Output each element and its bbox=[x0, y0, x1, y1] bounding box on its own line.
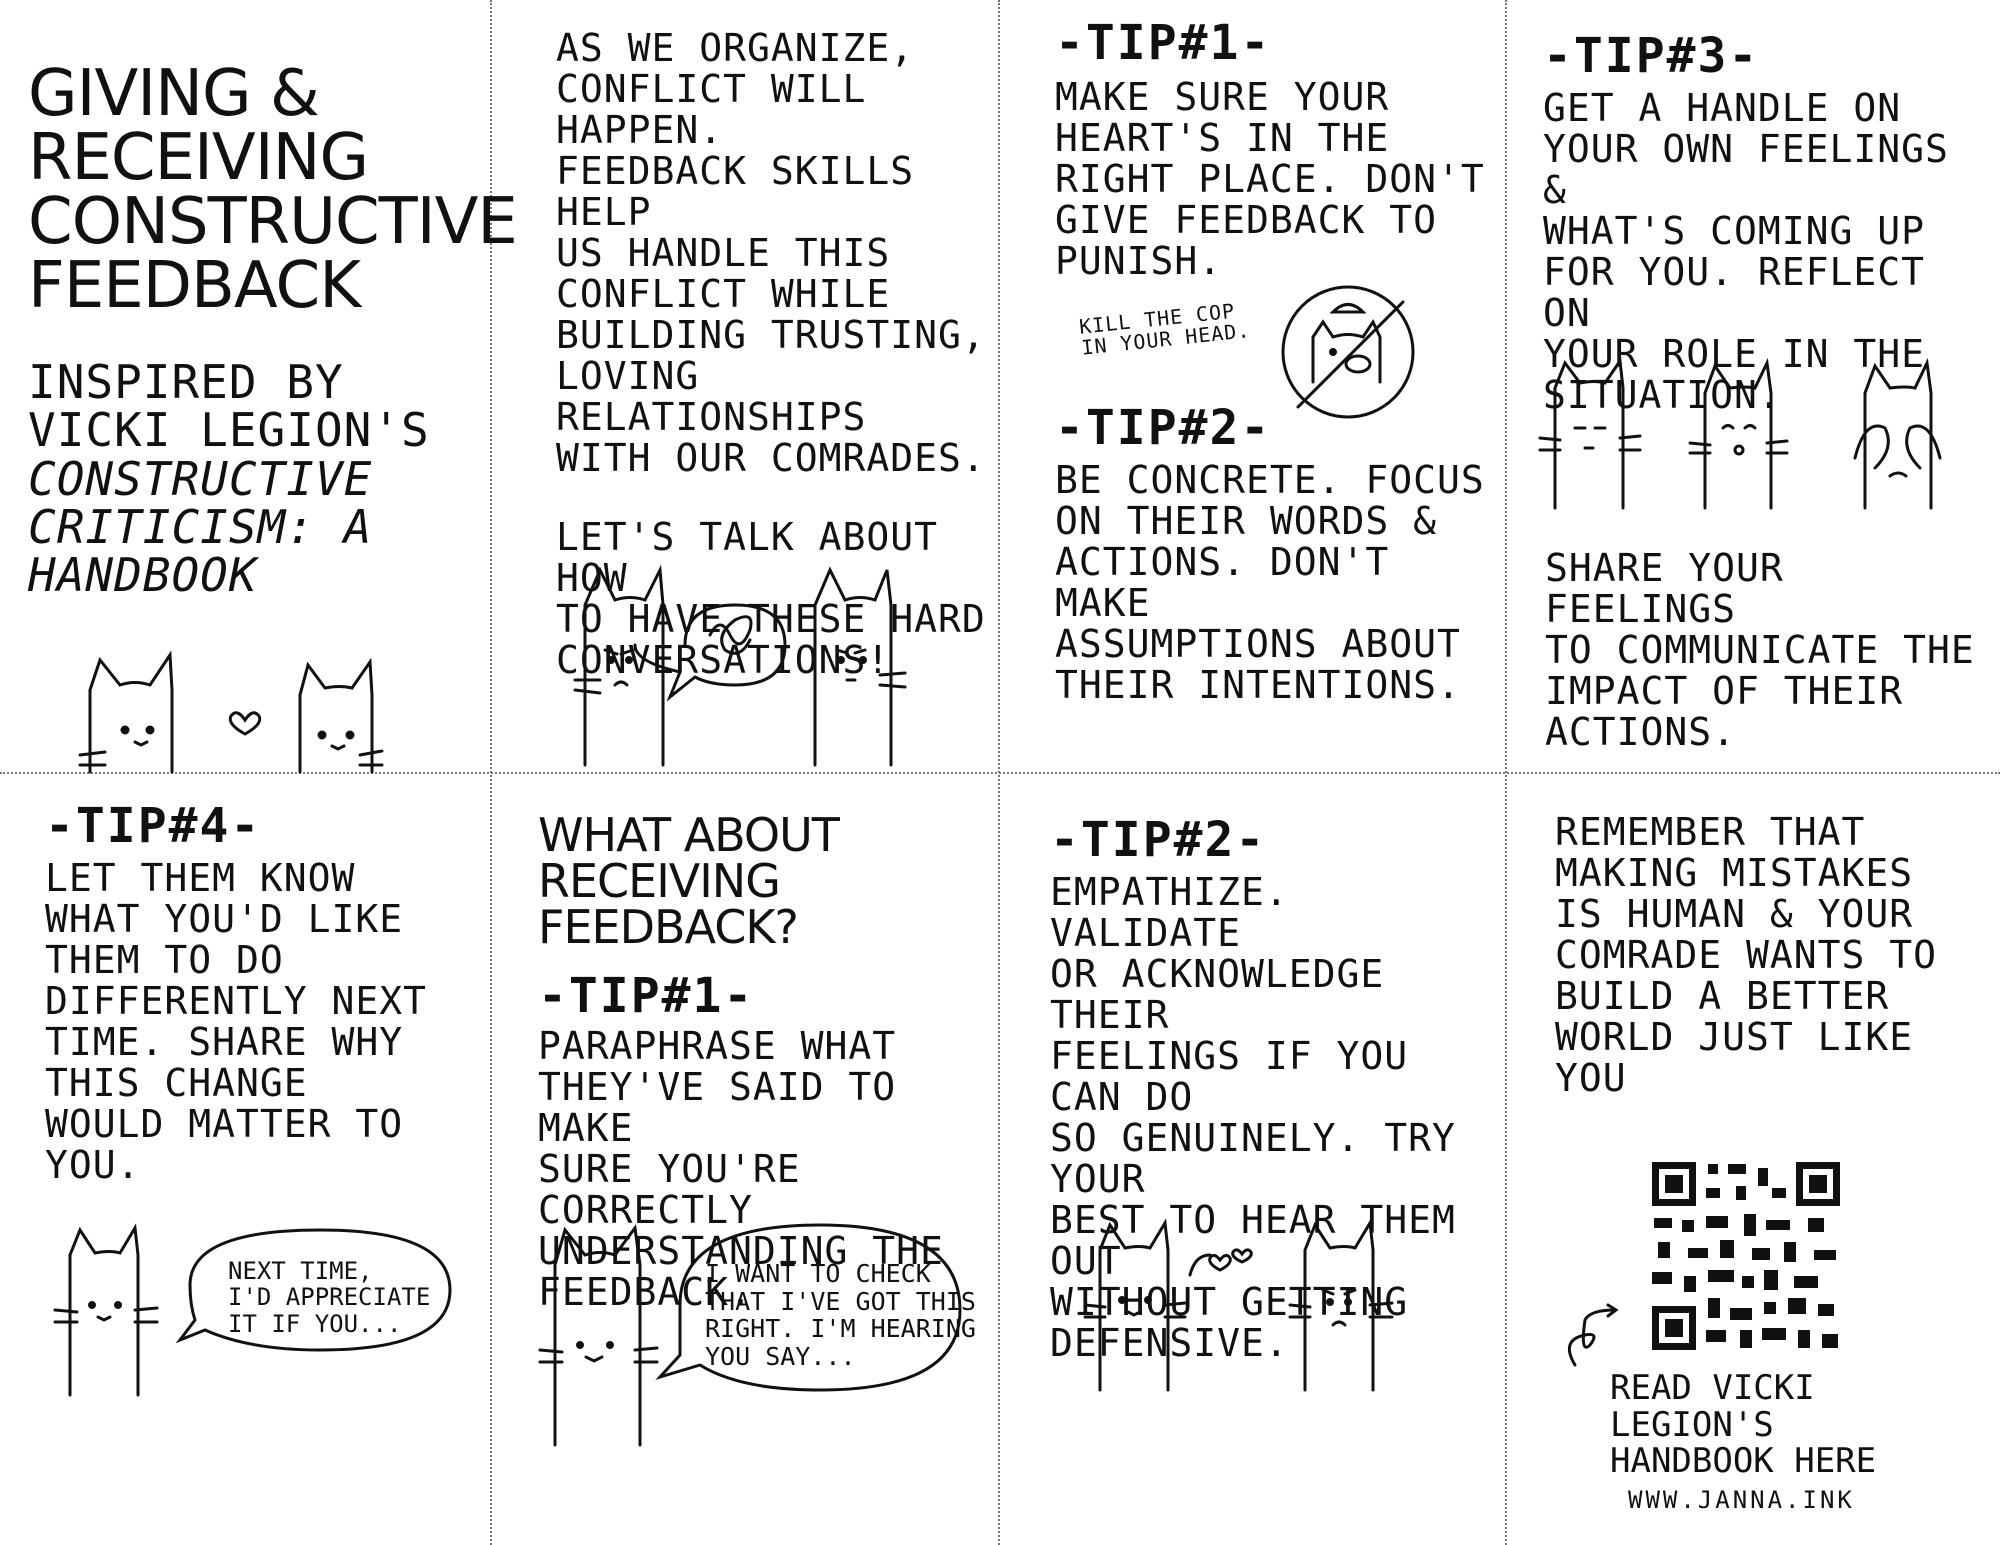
arrow-icon bbox=[1567, 1303, 1619, 1367]
panel-handbook-link: READ VICKI LEGION'S HANDBOOK HERE bbox=[1610, 1370, 1990, 1480]
cat-icon bbox=[1083, 1218, 1394, 1392]
cat-icon bbox=[78, 650, 384, 774]
panel-tip-3: -TIP#3- GET A HANDLE ON YOUR OWN FEELING… bbox=[1543, 28, 1988, 416]
tip4-text: LET THEM KNOW WHAT YOU'D LIKE THEM TO DO… bbox=[45, 856, 428, 1188]
speech-bubble-text: I WANT TO CHECK THAT I'VE GOT THIS RIGHT… bbox=[705, 1259, 976, 1371]
cat-icon bbox=[1538, 356, 1942, 510]
tip4-heading: -TIP#4- bbox=[45, 798, 262, 854]
speech-bubble-icon bbox=[633, 603, 787, 702]
site-url-text[interactable]: WWW.JANNA.INK bbox=[1628, 1487, 1948, 1514]
heart-icon bbox=[228, 711, 262, 736]
read-handbook-text: READ VICKI LEGION'S HANDBOOK HERE bbox=[1610, 1368, 1877, 1482]
tip2-text: BE CONCRETE. FOCUS ON THEIR WORDS & ACTI… bbox=[1055, 458, 1485, 708]
tip1-text: MAKE SURE YOUR HEART'S IN THE RIGHT PLAC… bbox=[1055, 75, 1485, 284]
tip1-heading: -TIP#1- bbox=[1055, 15, 1272, 71]
tip2-heading: -TIP#2- bbox=[1055, 400, 1272, 456]
speech-bubble-text: NEXT TIME, I'D APPRECIATE IT IF YOU... bbox=[228, 1257, 431, 1338]
panel-empathize: -TIP#2- EMPATHIZE. VALIDATE OR ACKNOWLED… bbox=[1050, 812, 1495, 1364]
tip3-heading: -TIP#3- bbox=[1543, 28, 1760, 84]
intro-text: AS WE ORGANIZE, CONFLICT WILL HAPPEN. FE… bbox=[556, 26, 986, 481]
share-text: SHARE YOUR FEELINGS TO COMMUNICATE THE I… bbox=[1545, 546, 1975, 755]
page-title: GIVING & RECEIVING CONSTRUCTIVE FEEDBACK bbox=[28, 57, 518, 323]
qr-code-icon[interactable] bbox=[1648, 1158, 1844, 1354]
remember-text: REMEMBER THAT MAKING MISTAKES IS HUMAN &… bbox=[1555, 810, 1938, 1101]
tip2-heading: -TIP#2- bbox=[1050, 812, 1267, 868]
book-title: CONSTRUCTIVE CRITICISM: A HANDBOOK bbox=[28, 451, 373, 603]
inspired-by: INSPIRED BY VICKI LEGION'S bbox=[28, 355, 430, 458]
panel-receiving: WHAT ABOUT RECEIVING FEEDBACK? -TIP#1- P… bbox=[538, 808, 993, 1313]
site-url[interactable]: WWW.JANNA.INK bbox=[1628, 1487, 1948, 1528]
panel-tip-2: -TIP#2- BE CONCRETE. FOCUS ON THEIR WORD… bbox=[1055, 400, 1495, 706]
cat-icon bbox=[573, 564, 907, 767]
tip1-heading: -TIP#1- bbox=[538, 968, 755, 1024]
panel-intro: AS WE ORGANIZE, CONFLICT WILL HAPPEN. FE… bbox=[556, 26, 986, 681]
section-heading: WHAT ABOUT RECEIVING FEEDBACK? bbox=[538, 808, 840, 954]
panel-tip-4: -TIP#4- LET THEM KNOW WHAT YOU'D LIKE TH… bbox=[45, 798, 485, 1218]
panel-share: SHARE YOUR FEELINGS TO COMMUNICATE THE I… bbox=[1545, 546, 1990, 768]
panel-remember: REMEMBER THAT MAKING MISTAKES IS HUMAN &… bbox=[1555, 811, 1985, 1098]
